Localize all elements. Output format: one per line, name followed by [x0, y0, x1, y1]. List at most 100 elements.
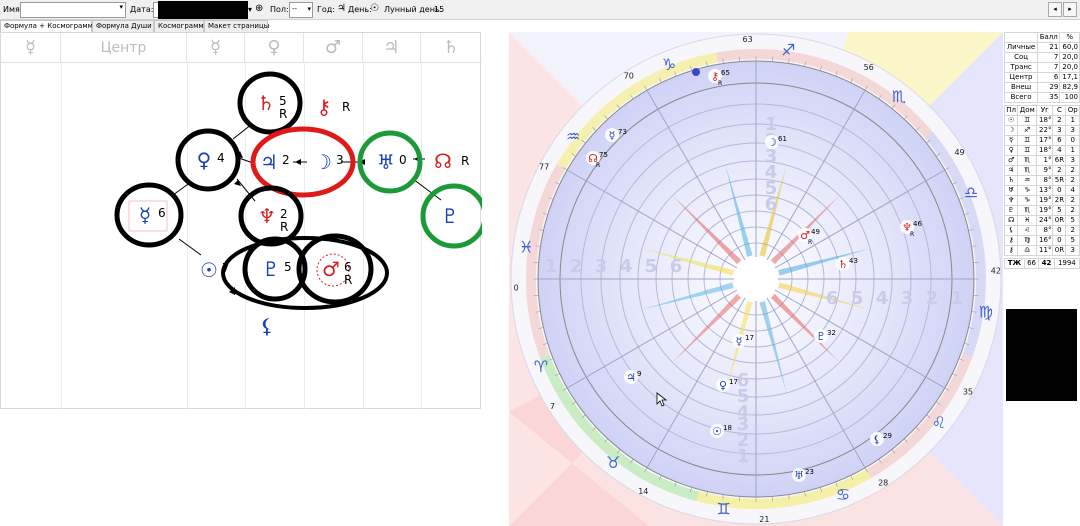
saturn-retro-label: R	[279, 107, 287, 121]
planet-row-cell: 8°	[1036, 175, 1054, 186]
sex-select[interactable]: -- ▾	[289, 2, 313, 18]
planet-row-cell: 0R	[1052, 245, 1067, 256]
score-row-cell: 7	[1037, 52, 1061, 63]
zodiac-sign-icon: ♈	[534, 357, 548, 376]
ring-number-west: 5	[645, 256, 658, 277]
formula-node-mercury[interactable]: ☿ 6	[114, 182, 184, 248]
tab-cosmogram[interactable]: Космограмма	[154, 20, 208, 32]
cosmogram-chart: 123456123456456456123123 ♉♊♋♌♍♎♏♐♑♒♓♈ 63…	[509, 32, 1003, 526]
score-row-cell: 17,1	[1059, 72, 1080, 83]
footer-row-cell: 1994	[1053, 258, 1080, 269]
planet-row-cell: 0	[1065, 135, 1080, 146]
planet-row-cell: ♅	[1003, 185, 1019, 196]
nav-left-button[interactable]: ◂	[1048, 2, 1062, 17]
planet-row: ☉ ♊ 18° 2 1	[1003, 115, 1080, 126]
planet-row-cell: ♎	[1017, 245, 1038, 256]
planet-row-cell: 4	[1052, 145, 1067, 156]
chiron-glyph-icon: ⚷	[317, 95, 332, 119]
formula-node-saturn[interactable]: ♄ 5R	[237, 71, 303, 135]
ring-number-east: 1	[951, 288, 964, 309]
globe-icon[interactable]: ⊕	[255, 2, 263, 16]
tab-page-layout[interactable]: Макет страницы	[204, 20, 269, 32]
score-row: Центр 6 17,1	[1003, 72, 1080, 83]
sex-value: --	[292, 5, 298, 13]
planet-glyph-icon: ⚸	[873, 433, 881, 446]
planet-row-cell: 11°	[1036, 245, 1054, 256]
score-row-cell: 6	[1037, 72, 1061, 83]
planet-row-cell: 2R	[1052, 195, 1067, 206]
score-header-row-cell	[1003, 32, 1039, 43]
score-row-cell: 35	[1037, 92, 1061, 103]
chevron-down-icon[interactable]: ▾	[119, 3, 123, 11]
planet-row-cell: ♀	[1003, 145, 1019, 156]
zodiac-sign-icon: ♋	[836, 485, 850, 504]
formula-node-uranus[interactable]: ♅ 0	[357, 130, 423, 194]
score-row-cell: 60,0	[1059, 42, 1080, 53]
zodiac-sign-icon: ♎	[964, 183, 978, 202]
planet-row-cell: ♊	[1017, 135, 1038, 146]
planet-row: ⚷ ♎ 11° 0R 3	[1003, 245, 1080, 256]
score-row: Внеш 29 82,9	[1003, 82, 1080, 93]
formula-node-moon[interactable]: ☽ 3	[314, 150, 344, 174]
planet-row-cell: 1°	[1036, 155, 1054, 166]
formula-node-lilith[interactable]: ⚸	[260, 314, 275, 338]
footer-row-cell: 66	[1023, 258, 1040, 269]
footer-table: ТЖ 66 42 1994	[1004, 258, 1080, 269]
score-row: Транс 7 20,0	[1003, 62, 1080, 73]
planet-row-cell: 2	[1065, 205, 1080, 216]
planet-row-cell: ⚷	[1003, 235, 1019, 246]
score-header-row-cell: %	[1059, 32, 1080, 43]
planet-degree-label: 17	[745, 334, 754, 342]
moon-count: 3	[336, 153, 344, 167]
tab-formula-cosmogram[interactable]: Формула + Космограмма	[0, 20, 97, 32]
formula-node-chiron[interactable]: ⚷ R	[317, 95, 351, 119]
chevron-down-icon[interactable]: ▾	[307, 3, 311, 16]
planet-row-cell: ☊	[1003, 215, 1019, 226]
planet-header-row-cell: Дом	[1017, 105, 1038, 116]
formula-node-node[interactable]: ☊ R	[434, 149, 469, 173]
ring-number-east: 2	[926, 288, 939, 309]
calendar-icon[interactable]: ▾	[248, 3, 252, 17]
score-row-cell: 21	[1037, 42, 1061, 53]
planet-degree-label: 61	[778, 135, 787, 143]
planet-header-row-cell: Уг	[1036, 105, 1054, 116]
formula-node-pluto-green[interactable]: ♇	[420, 183, 482, 249]
planet-header-row-cell: Ор	[1065, 105, 1080, 116]
tab-soul-formula[interactable]: Формула Души	[92, 20, 154, 32]
score-row-cell: 7	[1037, 62, 1061, 73]
tab-bar: Формула + Космограмма Формула Души Космо…	[0, 20, 270, 32]
planet-row-cell: ☿	[1003, 135, 1019, 146]
score-row-cell: Личные	[1003, 42, 1039, 53]
formula-node-venus[interactable]: ♀ 4	[175, 128, 241, 192]
planet-degree-label: 65	[721, 69, 730, 77]
planet-row-cell: ♑	[1017, 185, 1038, 196]
planet-row-cell: ♐	[1017, 125, 1038, 136]
planet-row: ♄ ♒ 8° 5R 2	[1003, 175, 1080, 186]
planet-row: ♂ ♏ 1° 6R 3	[1003, 155, 1080, 166]
planet-row-cell: ♏	[1017, 165, 1038, 176]
neptune-count: 2	[280, 207, 288, 221]
planet-glyph-icon: ♅	[794, 469, 804, 482]
planet-row-cell: 0	[1052, 225, 1067, 236]
jupiter-glyph-icon: ♃	[260, 150, 278, 174]
day-label: День:	[348, 5, 372, 14]
ring-number-south-inner: 3	[737, 414, 750, 435]
planet-degree-label: 46	[913, 220, 922, 228]
formula-node-pluto[interactable]: ♇ 5	[242, 236, 308, 302]
planet-row-cell: ♇	[1003, 205, 1019, 216]
moon-glyph-icon: ☽	[314, 150, 332, 174]
degree-label: 56	[864, 63, 874, 72]
name-input[interactable]: ▾	[20, 2, 126, 18]
planet-row-cell: 22°	[1036, 125, 1054, 136]
redacted-date	[158, 1, 248, 19]
nav-right-button[interactable]: ▸	[1063, 2, 1077, 17]
planet-row-cell: 3	[1065, 125, 1080, 136]
planet-row: ☊ ♓ 24° 0R 5	[1003, 215, 1080, 226]
planet-retro-label: R	[808, 239, 812, 246]
planet-row-cell: 2	[1065, 175, 1080, 186]
planet-degree-label: 9	[637, 370, 641, 378]
planet-row-cell: ⚸	[1003, 225, 1019, 236]
planet-row-cell: 0	[1052, 235, 1067, 246]
planet-row-cell: 2	[1065, 225, 1080, 236]
formula-node-neptune[interactable]: ♆ 2R	[238, 185, 304, 247]
